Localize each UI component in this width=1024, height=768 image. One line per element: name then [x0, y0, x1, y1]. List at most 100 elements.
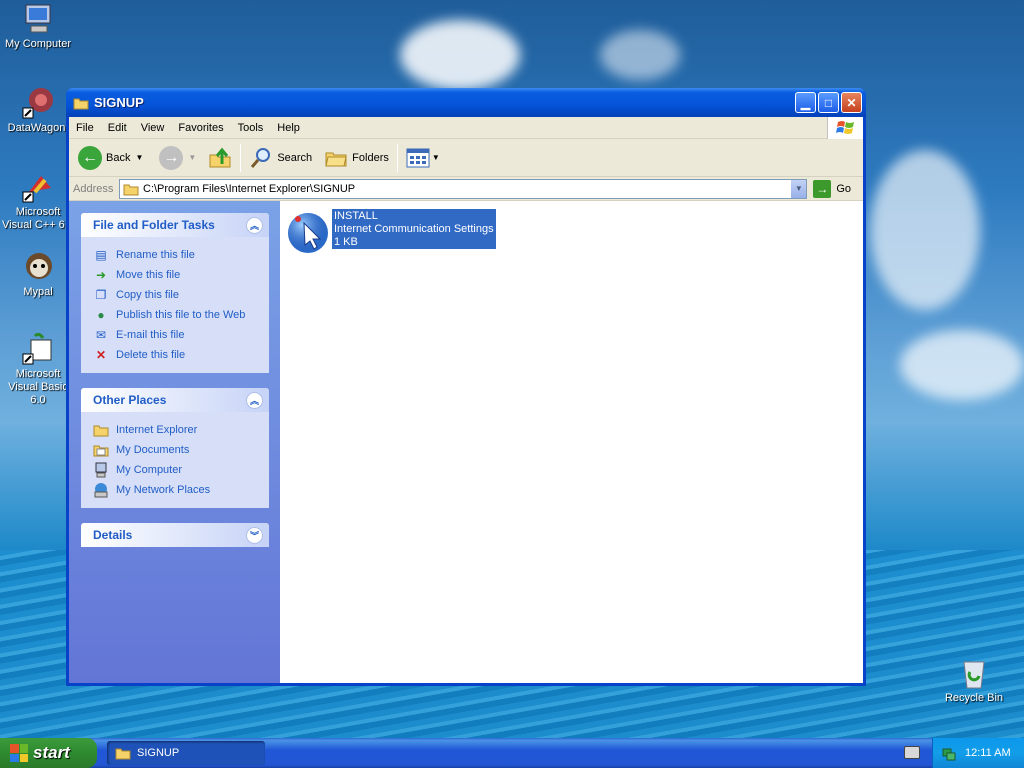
place-label: My Computer: [116, 464, 183, 476]
chevron-down-icon: ▼: [794, 184, 803, 193]
windows-flag-icon: [10, 744, 28, 762]
maximize-icon: □: [824, 95, 833, 110]
up-folder-button[interactable]: [205, 143, 235, 173]
panel-header[interactable]: File and Folder Tasks ︽: [81, 213, 269, 237]
address-dropdown-button[interactable]: ▼: [790, 179, 807, 198]
dropdown-arrow-icon[interactable]: ▼: [135, 153, 143, 162]
documents-folder-icon: [93, 442, 109, 458]
desktop-icon-mypal[interactable]: Mypal: [0, 250, 76, 299]
search-button[interactable]: Search: [246, 143, 315, 173]
menu-help[interactable]: Help: [270, 122, 307, 134]
keyboard-icon[interactable]: [904, 746, 920, 759]
taskbar: start SIGNUP 12:11 AM: [0, 738, 1024, 768]
up-folder-icon: [209, 147, 231, 167]
go-label: Go: [836, 182, 851, 195]
place-label: Internet Explorer: [116, 424, 198, 436]
menu-file[interactable]: File: [69, 122, 101, 134]
close-button[interactable]: ✕: [841, 92, 862, 113]
file-type: Internet Communication Settings: [334, 223, 494, 235]
menu-view[interactable]: View: [134, 122, 172, 134]
views-button[interactable]: ▼: [403, 143, 443, 173]
taskbar-item-signup[interactable]: SIGNUP: [107, 741, 265, 765]
task-copy-file[interactable]: ❐ Copy this file: [93, 285, 269, 305]
place-label: My Documents: [116, 444, 190, 456]
menu-edit[interactable]: Edit: [101, 122, 134, 134]
go-arrow-icon: →: [813, 179, 832, 198]
network-tray-icon[interactable]: [941, 745, 957, 761]
toolbar-separator: [240, 143, 242, 172]
go-button[interactable]: → Go: [813, 179, 851, 198]
cloud: [400, 20, 520, 90]
task-label: Copy this file: [116, 289, 179, 301]
computer-icon: [93, 462, 109, 478]
dropdown-arrow-icon[interactable]: ▼: [188, 153, 196, 162]
place-my-network-places[interactable]: My Network Places: [93, 480, 269, 500]
desktop-icon-label: My Computer: [4, 38, 72, 50]
collapse-icon[interactable]: ︽: [246, 216, 263, 234]
address-input[interactable]: C:\Program Files\Internet Explorer\SIGNU…: [119, 178, 808, 199]
title-bar[interactable]: SIGNUP ▁ □ ✕: [66, 88, 866, 117]
task-label: Rename this file: [116, 249, 195, 261]
desktop-icon-my-computer[interactable]: My Computer: [0, 2, 76, 51]
forward-arrow-icon: →: [159, 145, 184, 170]
forward-button[interactable]: → ▼: [156, 143, 199, 173]
minimize-button[interactable]: ▁: [795, 92, 816, 113]
task-email-file[interactable]: ✉ E-mail this file: [93, 325, 269, 345]
menu-tools[interactable]: Tools: [231, 122, 271, 134]
task-rename-file[interactable]: ▤ Rename this file: [93, 245, 269, 265]
collapse-icon[interactable]: ︽: [246, 391, 263, 409]
file-folder-tasks-panel: File and Folder Tasks ︽ ▤ Rename this fil…: [81, 213, 269, 373]
clock[interactable]: 12:11 AM: [965, 747, 1011, 759]
maximize-button[interactable]: □: [818, 92, 839, 113]
task-label: Delete this file: [116, 349, 186, 361]
copy-icon: ❐: [95, 288, 107, 302]
desktop-icon-label: Microsoft Visual C++ 6.0: [2, 206, 74, 231]
folders-button[interactable]: Folders: [321, 143, 392, 173]
close-icon: ✕: [846, 95, 857, 110]
desktop-icon-datawagon[interactable]: DataWagon.: [0, 86, 76, 135]
task-label: E-mail this file: [116, 329, 185, 341]
globe-icon: ●: [97, 308, 105, 322]
visual-cpp-icon: [21, 170, 55, 204]
task-publish-web[interactable]: ● Publish this file to the Web: [93, 305, 269, 325]
windows-logo-icon: [827, 117, 863, 139]
back-label: Back: [106, 151, 131, 164]
toolbar: ← Back ▼ → ▼ Search Folders ▼: [69, 139, 863, 177]
window-title: SIGNUP: [94, 95, 144, 110]
place-my-documents[interactable]: My Documents: [93, 440, 269, 460]
address-value: C:\Program Files\Internet Explorer\SIGNU…: [143, 182, 356, 195]
desktop-icon-visual-cpp[interactable]: Microsoft Visual C++ 6.0: [0, 170, 76, 232]
expand-icon[interactable]: ︾: [246, 526, 263, 544]
file-item-install[interactable]: INSTALL Internet Communication Settings …: [286, 209, 496, 255]
other-places-panel: Other Places ︽ Internet Explorer My Docu…: [81, 388, 269, 508]
move-icon: ➜: [95, 268, 107, 282]
folder-icon: [93, 422, 109, 438]
search-icon: [251, 147, 271, 168]
dropdown-arrow-icon[interactable]: ▼: [432, 153, 440, 162]
start-label: start: [33, 743, 70, 762]
cloud: [600, 30, 680, 80]
place-my-computer[interactable]: My Computer: [93, 460, 269, 480]
task-label: Publish this file to the Web: [116, 309, 246, 321]
task-delete-file[interactable]: ✕ Delete this file: [93, 345, 269, 365]
network-icon: [93, 482, 109, 498]
back-button[interactable]: ← Back ▼: [75, 143, 146, 173]
internet-settings-icon: [288, 213, 328, 253]
file-info-selected: INSTALL Internet Communication Settings …: [332, 209, 496, 249]
folder-icon: [123, 184, 139, 195]
recycle-bin-icon: [957, 656, 991, 690]
desktop-icon-label: Microsoft Visual Basic 6.0: [8, 368, 68, 406]
menu-favorites[interactable]: Favorites: [171, 122, 230, 134]
desktop-icon-visual-basic[interactable]: Microsoft Visual Basic 6.0: [0, 332, 76, 407]
explorer-window[interactable]: SIGNUP ▁ □ ✕ File Edit View Favorites To…: [66, 88, 866, 686]
place-internet-explorer[interactable]: Internet Explorer: [93, 420, 269, 440]
cloud: [870, 150, 980, 310]
panel-header[interactable]: Other Places ︽: [81, 388, 269, 412]
menu-bar: File Edit View Favorites Tools Help: [69, 117, 863, 139]
desktop-icon-recycle-bin[interactable]: Recycle Bin: [936, 656, 1012, 705]
task-move-file[interactable]: ➜ Move this file: [93, 265, 269, 285]
start-button[interactable]: start: [0, 738, 97, 768]
file-list-pane[interactable]: INSTALL Internet Communication Settings …: [280, 201, 863, 683]
panel-title: Details: [93, 528, 133, 542]
panel-header[interactable]: Details ︾: [81, 523, 269, 547]
